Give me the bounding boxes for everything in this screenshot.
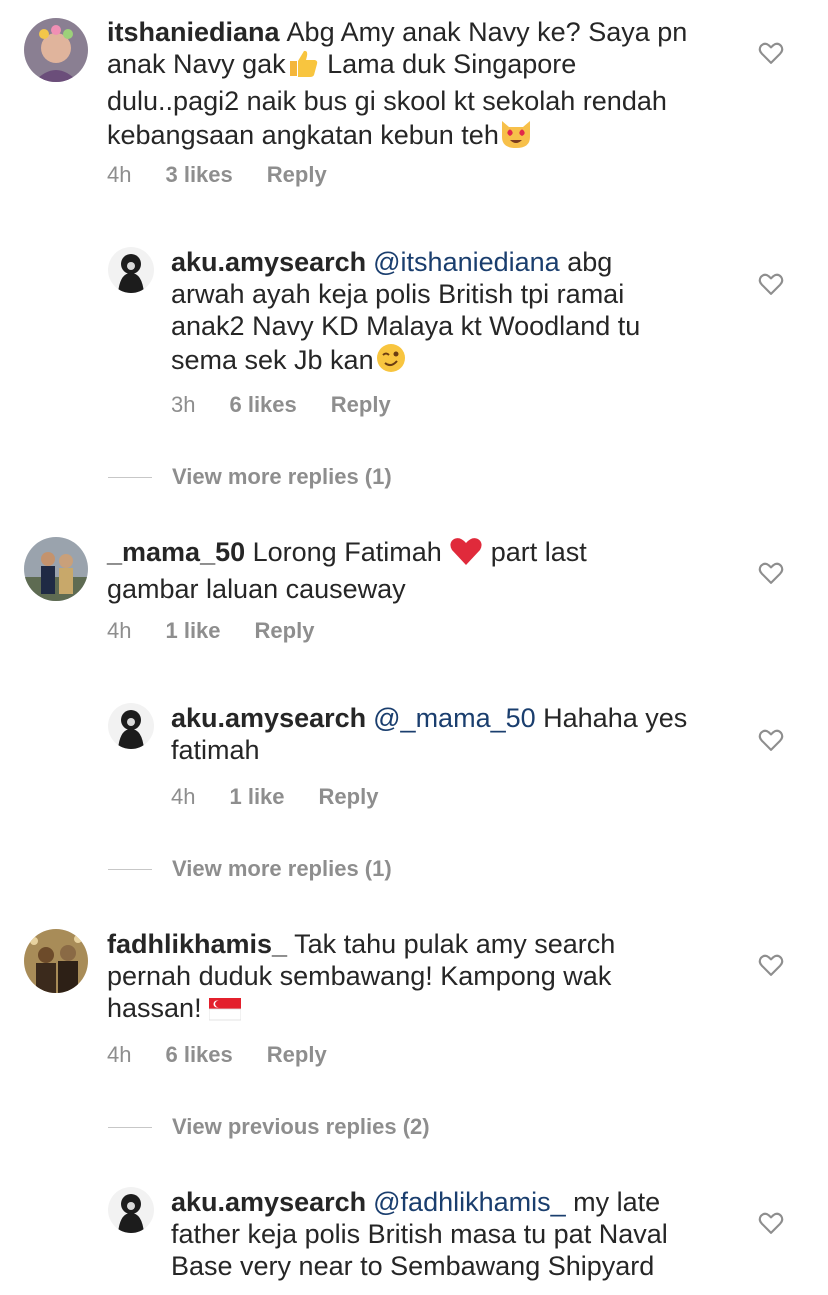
- comment-line: Tak tahu pulak amy search: [287, 929, 616, 959]
- comment-line: Hahaha yes: [535, 703, 688, 733]
- comment-line: Lama duk Singapore: [319, 49, 577, 79]
- comment-username[interactable]: aku.amysearch: [171, 703, 366, 733]
- comment-line: fatimah: [171, 735, 260, 765]
- view-more-replies-label: View more replies (1): [172, 856, 392, 881]
- avatar[interactable]: [24, 537, 88, 601]
- heart-outline-icon[interactable]: [757, 1209, 785, 1237]
- comment-line: hassan!: [107, 993, 210, 1023]
- view-previous-replies-label: View previous replies (2): [172, 1114, 430, 1139]
- comment-line: sema sek Jb kan: [171, 345, 374, 375]
- comment-meta: 4h 1 like Reply: [171, 784, 378, 810]
- heart-outline-icon[interactable]: [757, 39, 785, 67]
- comment-text: aku.amysearch @_mama_50 Hahaha yes fatima…: [171, 702, 731, 766]
- comment-line: kebangsaan angkatan kebun teh: [107, 120, 499, 150]
- divider-line: [108, 868, 152, 870]
- comment-line: abg: [559, 247, 613, 277]
- comment-time: 4h: [171, 784, 196, 809]
- comment-line: part last: [483, 537, 587, 567]
- comment-text: _mama_50 Lorong Fatimah part last gambar…: [107, 536, 727, 605]
- comment-line: father keja polis British masa tu pat Na…: [171, 1219, 668, 1249]
- view-previous-replies-button[interactable]: View previous replies (2): [108, 1114, 430, 1140]
- avatar[interactable]: [24, 929, 88, 993]
- comment-line: dulu..pagi2 naik bus gi skool kt sekolah…: [107, 86, 667, 116]
- comment-line: Abg Amy anak Navy ke? Saya pn: [286, 17, 688, 47]
- comment-meta: 3h 6 likes Reply: [171, 392, 391, 418]
- thumbs-up-emoji-icon: [286, 48, 320, 85]
- comment-username[interactable]: itshaniediana: [107, 17, 280, 47]
- comment-text: fadhlikhamis_ Tak tahu pulak amy search …: [107, 928, 727, 1029]
- comment-text: aku.amysearch @itshaniediana abg arwah ay…: [171, 246, 731, 381]
- comment-username[interactable]: fadhlikhamis_: [107, 929, 287, 959]
- reply-button[interactable]: Reply: [331, 392, 391, 418]
- comment-time: 4h: [107, 618, 132, 643]
- likes-count[interactable]: 3 likes: [165, 162, 232, 188]
- comment-meta: 4h 3 likes Reply: [107, 162, 327, 188]
- comment-time: 4h: [107, 162, 132, 187]
- comment-time: 3h: [171, 392, 196, 417]
- comment-username[interactable]: _mama_50: [107, 537, 245, 567]
- likes-count[interactable]: 1 like: [165, 618, 220, 644]
- comment-line: arwah ayah keja polis British tpi ramai: [171, 279, 625, 309]
- heart-outline-icon[interactable]: [757, 559, 785, 587]
- reply-button[interactable]: Reply: [255, 618, 315, 644]
- comment-line: gambar laluan causeway: [107, 574, 406, 604]
- heart-outline-icon[interactable]: [757, 270, 785, 298]
- comment-line: pernah duduk sembawang! Kampong wak: [107, 961, 612, 991]
- view-more-replies-label: View more replies (1): [172, 464, 392, 489]
- comment-meta: 4h 1 like Reply: [107, 618, 314, 644]
- likes-count[interactable]: 6 likes: [165, 1042, 232, 1068]
- comment-line: anak Navy gak: [107, 49, 286, 79]
- divider-line: [108, 1126, 152, 1128]
- comment-text: itshaniediana Abg Amy anak Navy ke? Saya …: [107, 16, 727, 156]
- comment-time: 4h: [107, 1042, 132, 1067]
- mention-link[interactable]: @fadhlikhamis_: [373, 1187, 566, 1217]
- comment-username[interactable]: aku.amysearch: [171, 1187, 366, 1217]
- mention-link[interactable]: @_mama_50: [373, 703, 536, 733]
- avatar[interactable]: [24, 18, 88, 82]
- comment-username[interactable]: aku.amysearch: [171, 247, 366, 277]
- comment-meta: 4h 6 likes Reply: [107, 1042, 327, 1068]
- comment-line: my late: [565, 1187, 661, 1217]
- comment-line: anak2 Navy KD Malaya kt Woodland tu: [171, 311, 641, 341]
- heart-eyes-cat-emoji-icon: [499, 117, 533, 156]
- comment-line: Base very near to Sembawang Shipyard: [171, 1251, 655, 1281]
- likes-count[interactable]: 1 like: [229, 784, 284, 810]
- reply-button[interactable]: Reply: [267, 162, 327, 188]
- heart-outline-icon[interactable]: [757, 951, 785, 979]
- avatar[interactable]: [108, 247, 154, 293]
- mention-link[interactable]: @itshaniediana: [373, 247, 560, 277]
- winking-face-emoji-icon: [374, 342, 408, 381]
- avatar[interactable]: [108, 1187, 154, 1233]
- red-heart-emoji-icon: [449, 536, 483, 573]
- comment-text: aku.amysearch @fadhlikhamis_ my late fath…: [171, 1186, 751, 1282]
- singapore-flag-emoji-icon: [208, 996, 242, 1029]
- divider-line: [108, 476, 152, 478]
- view-more-replies-button[interactable]: View more replies (1): [108, 856, 392, 882]
- heart-outline-icon[interactable]: [757, 726, 785, 754]
- avatar[interactable]: [108, 703, 154, 749]
- likes-count[interactable]: 6 likes: [229, 392, 296, 418]
- reply-button[interactable]: Reply: [267, 1042, 327, 1068]
- view-more-replies-button[interactable]: View more replies (1): [108, 464, 392, 490]
- comment-line: Lorong Fatimah: [245, 537, 450, 567]
- reply-button[interactable]: Reply: [319, 784, 379, 810]
